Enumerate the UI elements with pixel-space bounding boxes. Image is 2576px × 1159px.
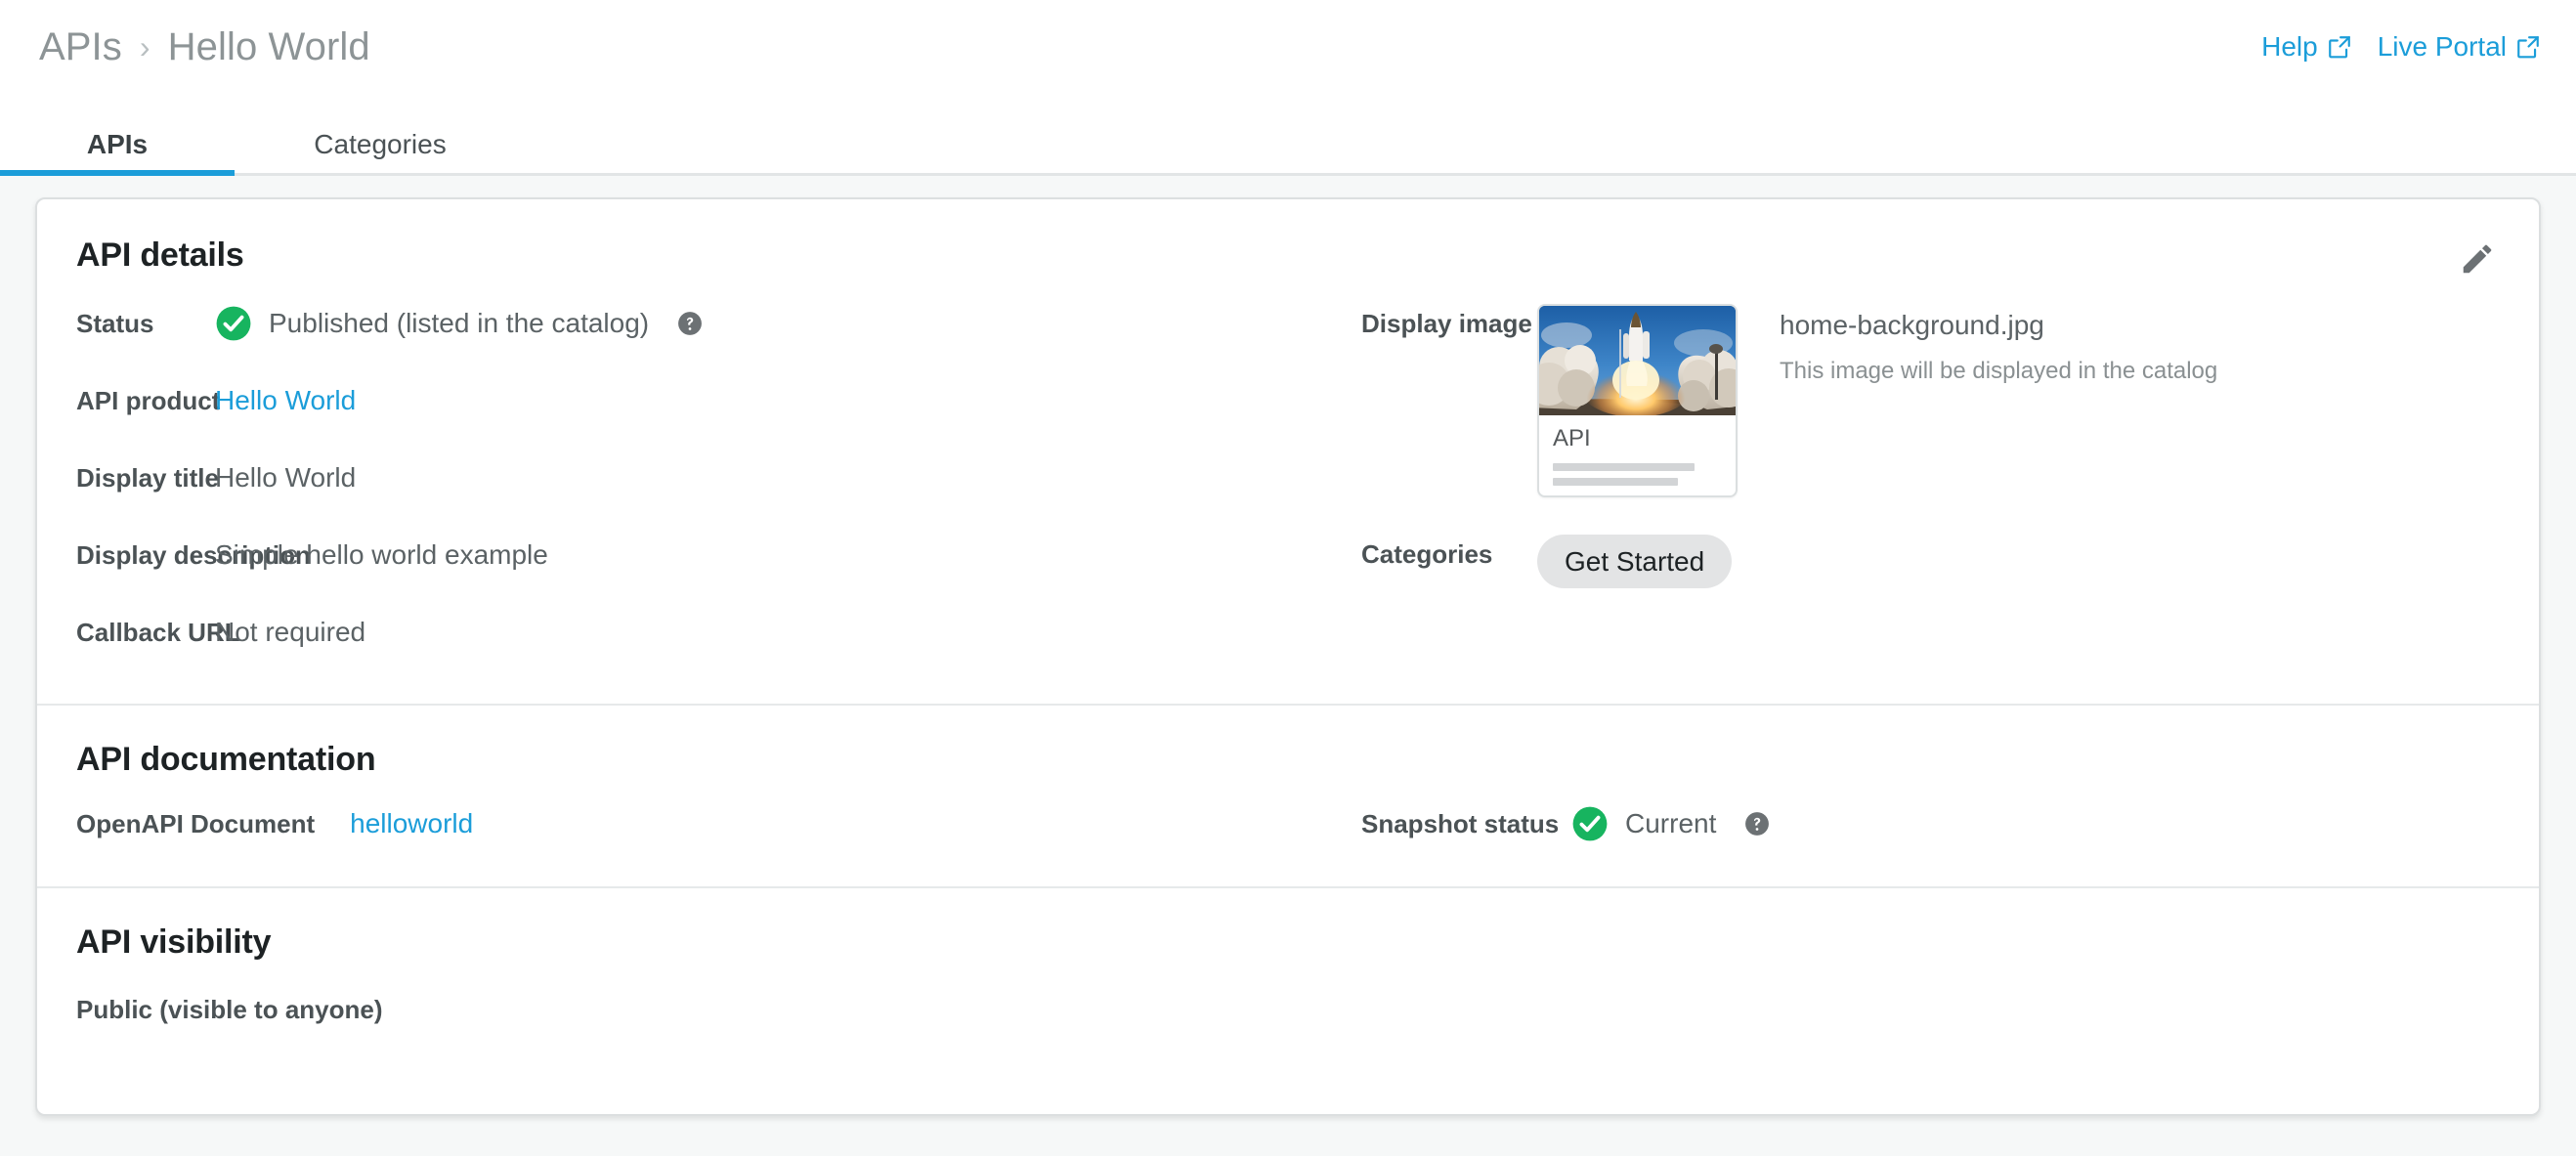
api-details-title: API details	[76, 236, 244, 274]
help-circle-icon[interactable]	[1744, 811, 1770, 837]
pencil-icon[interactable]	[2455, 236, 2500, 281]
openapi-document-label: OpenAPI Document	[76, 809, 316, 838]
row-display-description-label: Display description	[76, 540, 311, 570]
row-status-value-group: Published (listed in the catalog)	[215, 304, 703, 343]
api-documentation-title: API documentation	[76, 741, 376, 778]
display-image-thumbnail[interactable]: API	[1537, 304, 1738, 497]
breadcrumb-current: Hello World	[167, 25, 370, 68]
openapi-document-row: OpenAPI Document helloworld	[37, 804, 1337, 843]
api-detail-card: API details Status Published (listed in …	[35, 197, 2541, 1116]
live-portal-link-label: Live Portal	[2377, 31, 2507, 62]
snapshot-status-value: Current	[1625, 808, 1717, 838]
help-link-label: Help	[2261, 31, 2318, 62]
display-image-label: Display image	[1361, 309, 1532, 338]
api-details-columns: Status Published (listed in the catalog)…	[37, 304, 2539, 661]
help-link[interactable]: Help	[2261, 31, 2352, 63]
check-circle-icon	[215, 305, 252, 342]
row-callback-url-label: Callback URL	[76, 618, 240, 647]
tab-categories-label: Categories	[314, 128, 447, 159]
row-status-label: Status	[76, 309, 154, 338]
row-display-description: Display description Simple hello world e…	[76, 536, 1337, 583]
breadcrumb-root-link[interactable]: APIs	[39, 25, 122, 69]
thumbnail-placeholder-bar	[1553, 463, 1696, 471]
row-callback-url: Callback URL Not required	[76, 613, 1337, 661]
section-api-details: API details Status Published (listed in …	[37, 199, 2539, 704]
row-api-product: API product Hello World	[76, 381, 1337, 429]
row-display-image: Display image API home-background.jpg Th…	[1361, 304, 2539, 497]
openapi-document-link[interactable]: helloworld	[350, 804, 473, 843]
snapshot-status-row: Snapshot status Current	[1337, 804, 2539, 843]
breadcrumb-separator-icon: ›	[139, 28, 150, 64]
external-link-icon	[2327, 34, 2352, 60]
thumbnail-meta: API	[1539, 415, 1736, 486]
page-header: APIs › Hello World Help Live Portal	[0, 0, 2576, 115]
categories-label: Categories	[1361, 539, 1493, 569]
section-api-visibility: API visibility Public (visible to anyone…	[37, 886, 2539, 1094]
row-display-title: Display title Hello World	[76, 458, 1337, 506]
api-documentation-columns: OpenAPI Document helloworld Snapshot sta…	[37, 804, 2539, 843]
row-callback-url-value: Not required	[215, 617, 366, 647]
snapshot-status-value-group: Current	[1571, 804, 1770, 843]
header-links: Help Live Portal	[2261, 31, 2541, 63]
api-details-left-column: Status Published (listed in the catalog)…	[37, 304, 1337, 661]
thumbnail-caption: API	[1553, 425, 1591, 451]
tab-apis[interactable]: APIs	[0, 115, 235, 176]
tab-bar: APIs Categories	[0, 115, 2576, 176]
row-status-value: Published (listed in the catalog)	[269, 308, 650, 338]
display-image-hint: This image will be displayed in the cata…	[1780, 358, 2218, 384]
category-chip-get-started[interactable]: Get Started	[1537, 535, 1733, 588]
row-display-description-value: Simple hello world example	[215, 539, 548, 570]
display-image-info: home-background.jpg This image will be d…	[1738, 304, 2217, 388]
tab-apis-label: APIs	[86, 128, 149, 159]
breadcrumb: APIs › Hello World	[39, 25, 370, 69]
snapshot-status-label: Snapshot status	[1361, 809, 1560, 838]
check-circle-icon	[1571, 805, 1609, 842]
section-api-documentation: API documentation OpenAPI Document hello…	[37, 704, 2539, 886]
api-visibility-value: Public (visible to anyone)	[76, 995, 383, 1024]
row-status: Status Published (listed in the catalog)	[76, 304, 1337, 352]
api-detail-page: APIs › Hello World Help Live Portal APIs…	[0, 0, 2576, 1159]
external-link-icon	[2515, 34, 2541, 60]
row-display-title-value: Hello World	[215, 462, 357, 493]
content-area: API details Status Published (listed in …	[0, 176, 2576, 1156]
row-categories: Categories Get Started	[1361, 535, 2539, 588]
live-portal-link[interactable]: Live Portal	[2378, 31, 2541, 63]
help-circle-icon[interactable]	[677, 311, 703, 336]
tab-categories[interactable]: Categories	[278, 115, 483, 173]
api-details-right-column: Display image API home-background.jpg Th…	[1337, 304, 2539, 661]
rocket-launch-image	[1539, 306, 1736, 415]
row-api-product-label: API product	[76, 386, 221, 415]
row-display-title-label: Display title	[76, 463, 219, 493]
display-image-filename: home-background.jpg	[1780, 310, 2044, 340]
row-api-product-value[interactable]: Hello World	[215, 381, 356, 420]
thumbnail-placeholder-bar	[1553, 478, 1679, 486]
api-visibility-title: API visibility	[76, 923, 272, 961]
